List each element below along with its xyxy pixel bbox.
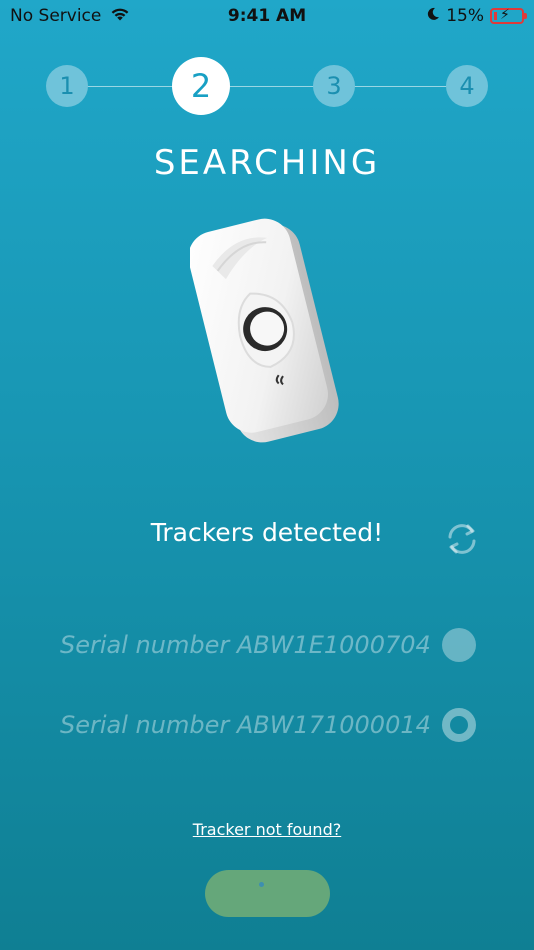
battery-percent: 15%	[446, 6, 484, 26]
battery-fill	[494, 12, 497, 20]
status-right: 15% ⚡	[426, 6, 527, 26]
tracker-item-2[interactable]: Serial number ABW171000014	[60, 705, 476, 745]
battery-icon: ⚡	[490, 7, 527, 24]
continue-button[interactable]	[205, 870, 330, 917]
tracker-device-illustration	[188, 210, 350, 455]
tracker-serial-label: Serial number ABW1E1000704	[60, 631, 431, 659]
step-1: 1	[46, 65, 88, 107]
carrier-label: No Service	[10, 6, 102, 26]
tracker-select-radio[interactable]	[442, 708, 476, 742]
step-4: 4	[446, 65, 488, 107]
moon-icon	[426, 6, 440, 26]
tracker-select-radio[interactable]	[442, 628, 476, 662]
loading-indicator	[259, 882, 264, 887]
refresh-icon[interactable]	[444, 521, 480, 557]
tracker-serial-label: Serial number ABW171000014	[60, 711, 431, 739]
step-2-active: 2	[172, 57, 230, 115]
tracker-item-1[interactable]: Serial number ABW1E1000704	[60, 625, 476, 665]
progress-stepper: 1 2 3 4	[0, 56, 534, 116]
step-3: 3	[313, 65, 355, 107]
charging-bolt-icon: ⚡	[500, 7, 510, 23]
tracker-not-found-link[interactable]: Tracker not found?	[0, 820, 534, 839]
status-left: No Service	[10, 6, 131, 27]
stepper-line	[66, 86, 468, 87]
status-bar: No Service 9:41 AM 15% ⚡	[0, 0, 534, 32]
clock: 9:41 AM	[227, 6, 307, 26]
page-title: SEARCHING	[153, 143, 381, 183]
wifi-icon	[109, 6, 131, 27]
